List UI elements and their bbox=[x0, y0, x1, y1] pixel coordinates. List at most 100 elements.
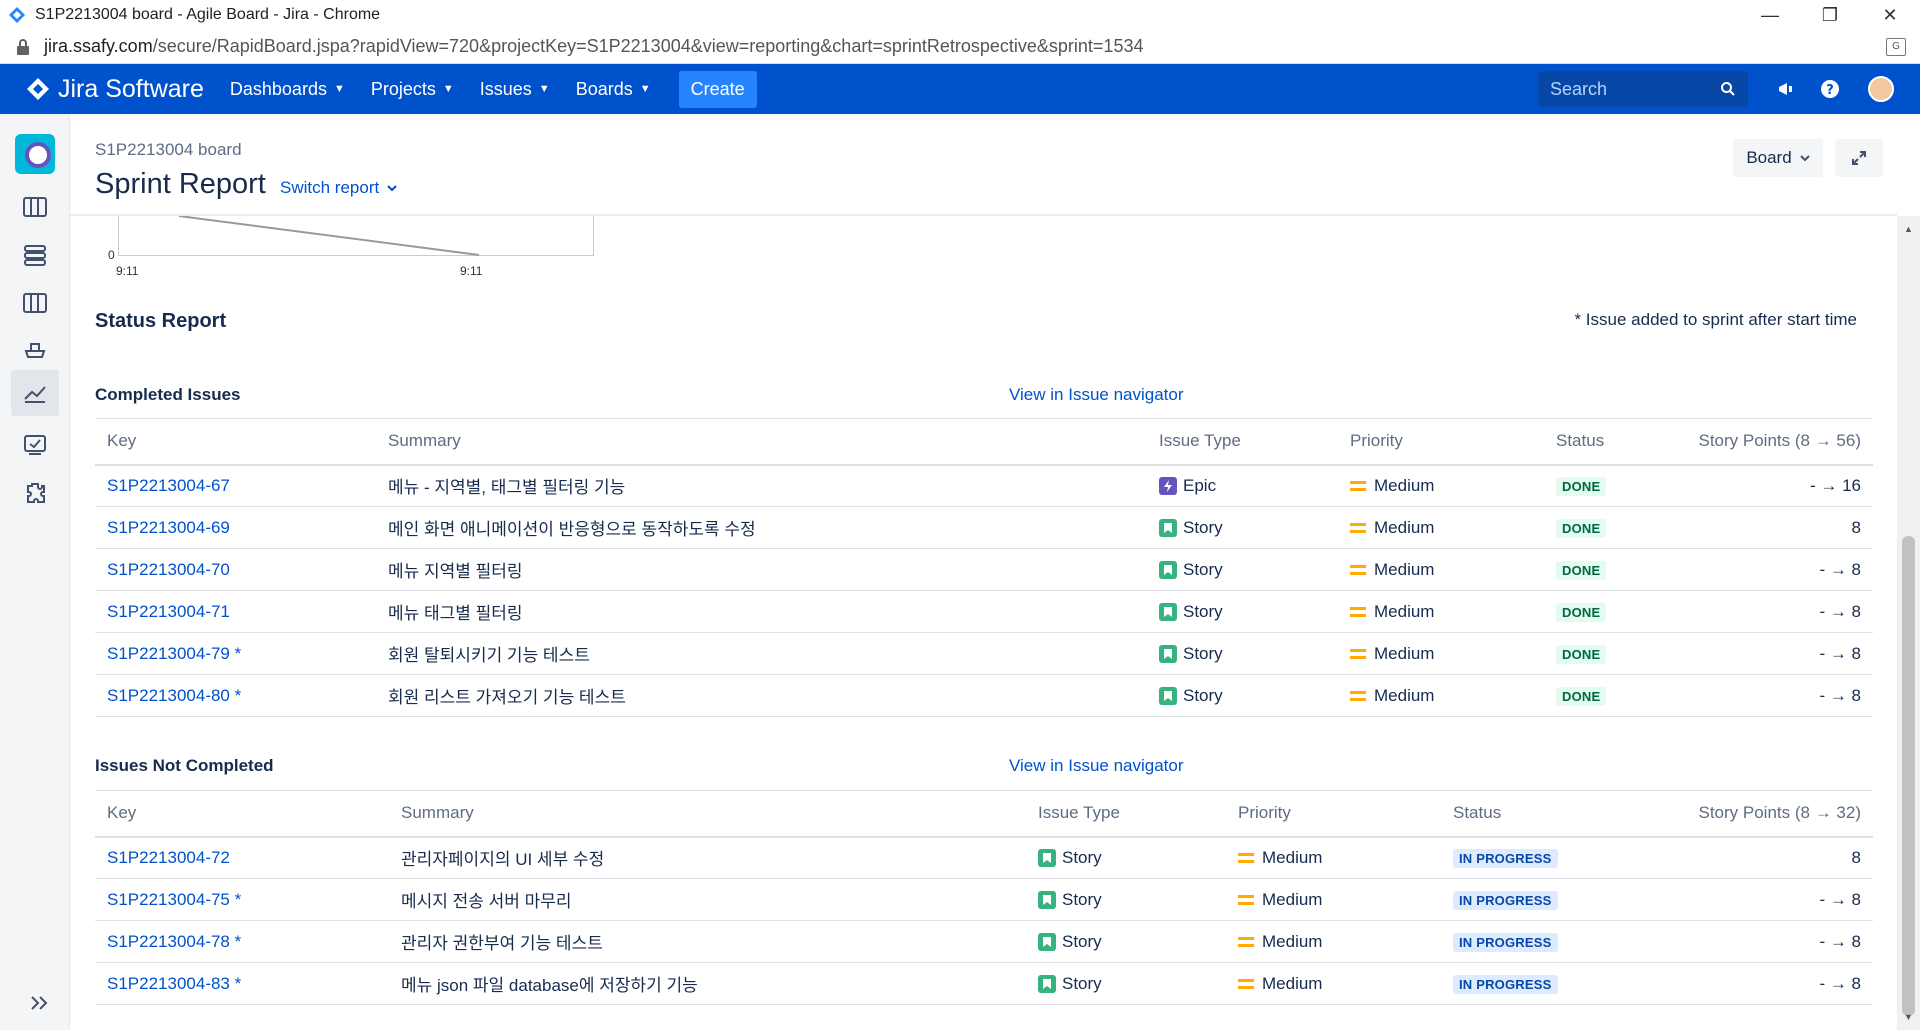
chevron-down-icon bbox=[1799, 154, 1810, 161]
priority-cell: Medium bbox=[1338, 632, 1544, 675]
nav-issues[interactable]: Issues ▼ bbox=[480, 79, 550, 100]
col-issue-type-header[interactable]: Issue Type bbox=[1026, 790, 1226, 838]
nav-boards[interactable]: Boards ▼ bbox=[576, 79, 651, 100]
scrollbar-thumb[interactable] bbox=[1902, 536, 1915, 1016]
completed-issues-title: Completed Issues bbox=[95, 385, 241, 404]
add-ons-icon[interactable] bbox=[20, 478, 50, 508]
status-cell: IN PROGRESS bbox=[1441, 836, 1621, 879]
col-priority-header[interactable]: Priority bbox=[1226, 790, 1441, 838]
story-icon bbox=[1159, 560, 1177, 579]
burndown-line bbox=[178, 216, 480, 256]
priority-label: Medium bbox=[1374, 559, 1435, 579]
priority-label: Medium bbox=[1262, 973, 1323, 993]
issue-summary: 관리자 권한부여 기능 테스트 bbox=[389, 920, 1026, 963]
status-cell: IN PROGRESS bbox=[1441, 962, 1621, 1005]
issue-key-link[interactable]: S1P2213004-78 * bbox=[95, 920, 389, 963]
status-cell: DONE bbox=[1544, 506, 1684, 549]
issue-summary: 메인 화면 애니메이션이 반응형으로 동작하도록 수정 bbox=[376, 506, 1147, 549]
nav-projects[interactable]: Projects ▼ bbox=[371, 79, 454, 100]
issue-type-cell: Story bbox=[1147, 632, 1338, 675]
address-bar[interactable]: jira.ssafy.com/secure/RapidBoard.jspa?ra… bbox=[0, 30, 1920, 64]
priority-medium-icon bbox=[1350, 606, 1366, 617]
issue-key-link[interactable]: S1P2213004-80 * bbox=[95, 674, 376, 717]
col-status-header[interactable]: Status bbox=[1441, 790, 1621, 838]
col-key-header[interactable]: Key bbox=[95, 790, 389, 838]
notifications-icon[interactable] bbox=[1776, 79, 1796, 99]
story-points: - → 8 bbox=[1684, 590, 1873, 633]
epic-icon bbox=[1159, 476, 1177, 495]
status-cell: IN PROGRESS bbox=[1441, 920, 1621, 963]
col-priority-header[interactable]: Priority bbox=[1338, 418, 1544, 466]
story-points: 8 bbox=[1621, 836, 1873, 879]
priority-cell: Medium bbox=[1338, 548, 1544, 591]
url-text[interactable]: jira.ssafy.com/secure/RapidBoard.jspa?ra… bbox=[44, 36, 1143, 57]
col-story-points-header[interactable]: Story Points (8 → 56) bbox=[1684, 418, 1873, 466]
col-key-header[interactable]: Key bbox=[95, 418, 376, 466]
reports-icon[interactable] bbox=[11, 370, 59, 416]
col-summary-header[interactable]: Summary bbox=[376, 418, 1147, 466]
story-points: - → 8 bbox=[1684, 548, 1873, 591]
col-summary-header[interactable]: Summary bbox=[389, 790, 1026, 838]
backlog-icon[interactable] bbox=[20, 192, 50, 222]
board-icon[interactable] bbox=[20, 288, 50, 318]
restore-icon[interactable]: ❐ bbox=[1800, 0, 1860, 30]
issue-key-link[interactable]: S1P2213004-67 bbox=[95, 464, 376, 507]
issue-key-link[interactable]: S1P2213004-83 * bbox=[95, 962, 389, 1005]
issue-type-cell: Story bbox=[1026, 920, 1226, 963]
issue-summary: 메뉴 json 파일 database에 저장하기 기능 bbox=[389, 962, 1026, 1005]
priority-label: Medium bbox=[1262, 847, 1323, 867]
issue-key-link[interactable]: S1P2213004-72 bbox=[95, 836, 389, 879]
board-dropdown-button[interactable]: Board bbox=[1733, 139, 1823, 177]
chevron-down-icon: ▼ bbox=[333, 83, 345, 95]
story-points: - → 8 bbox=[1684, 674, 1873, 717]
project-sidebar bbox=[0, 114, 70, 1030]
issue-summary: 메시지 전송 서버 마무리 bbox=[389, 878, 1026, 921]
nav-dashboards[interactable]: Dashboards ▼ bbox=[230, 79, 345, 100]
col-story-points-header[interactable]: Story Points (8 → 32) bbox=[1621, 790, 1873, 838]
story-icon bbox=[1038, 848, 1056, 867]
issue-summary: 메뉴 태그별 필터링 bbox=[376, 590, 1147, 633]
project-avatar[interactable] bbox=[15, 134, 55, 174]
table-row: S1P2213004-67 메뉴 - 지역별, 태그별 필터링 기능 Epic Med… bbox=[95, 464, 1873, 507]
report-content: 0 9:11 9:11 Status Report * Issue added … bbox=[70, 216, 1897, 1030]
table-row: S1P2213004-83 * 메뉴 json 파일 database에 저장하기… bbox=[95, 962, 1873, 1005]
story-icon bbox=[1159, 686, 1177, 705]
issue-key-link[interactable]: S1P2213004-70 bbox=[95, 548, 376, 591]
translate-icon[interactable]: G bbox=[1886, 38, 1906, 56]
priority-label: Medium bbox=[1374, 685, 1435, 705]
close-icon[interactable]: ✕ bbox=[1860, 0, 1920, 30]
completed-navigator-link[interactable]: View in Issue navigator bbox=[1009, 385, 1184, 405]
user-avatar[interactable] bbox=[1868, 76, 1894, 102]
status-lozenge: IN PROGRESS bbox=[1453, 848, 1558, 868]
scroll-down-icon[interactable]: ▼ bbox=[1904, 1012, 1913, 1022]
status-lozenge: DONE bbox=[1556, 644, 1607, 664]
breadcrumb[interactable]: S1P2213004 board bbox=[95, 140, 242, 160]
issues-icon[interactable] bbox=[20, 430, 50, 460]
story-points: - → 8 bbox=[1621, 878, 1873, 921]
issue-key-link[interactable]: S1P2213004-75 * bbox=[95, 878, 389, 921]
not-completed-navigator-link[interactable]: View in Issue navigator bbox=[1009, 756, 1184, 776]
switch-report-button[interactable]: Switch report bbox=[280, 178, 397, 198]
page-scrollbar[interactable]: ▲ ▼ bbox=[1897, 216, 1920, 1030]
table-row: S1P2213004-78 * 관리자 권한부여 기능 테스트 Story Mediu… bbox=[95, 920, 1873, 963]
jira-logo[interactable]: Jira Software bbox=[26, 75, 204, 104]
scroll-up-icon[interactable]: ▲ bbox=[1904, 224, 1913, 234]
fullscreen-button[interactable] bbox=[1835, 139, 1883, 177]
issue-key-link[interactable]: S1P2213004-71 bbox=[95, 590, 376, 633]
roadmap-icon[interactable] bbox=[20, 240, 50, 270]
releases-icon[interactable] bbox=[20, 334, 50, 364]
issue-type-cell: Story bbox=[1147, 548, 1338, 591]
issue-key-link[interactable]: S1P2213004-79 * bbox=[95, 632, 376, 675]
col-status-header[interactable]: Status bbox=[1544, 418, 1684, 466]
priority-label: Medium bbox=[1262, 931, 1323, 951]
search-input[interactable]: Search bbox=[1538, 71, 1748, 107]
col-issue-type-header[interactable]: Issue Type bbox=[1147, 418, 1338, 466]
priority-medium-icon bbox=[1350, 648, 1366, 659]
issue-key-link[interactable]: S1P2213004-69 bbox=[95, 506, 376, 549]
help-icon[interactable]: ? bbox=[1820, 79, 1840, 99]
create-button[interactable]: Create bbox=[678, 70, 757, 108]
issue-type-label: Story bbox=[1183, 643, 1223, 663]
table-row: S1P2213004-75 * 메시지 전송 서버 마무리 Story Medium I… bbox=[95, 878, 1873, 921]
expand-sidebar-icon[interactable] bbox=[24, 988, 54, 1018]
minimize-icon[interactable]: — bbox=[1740, 0, 1800, 30]
